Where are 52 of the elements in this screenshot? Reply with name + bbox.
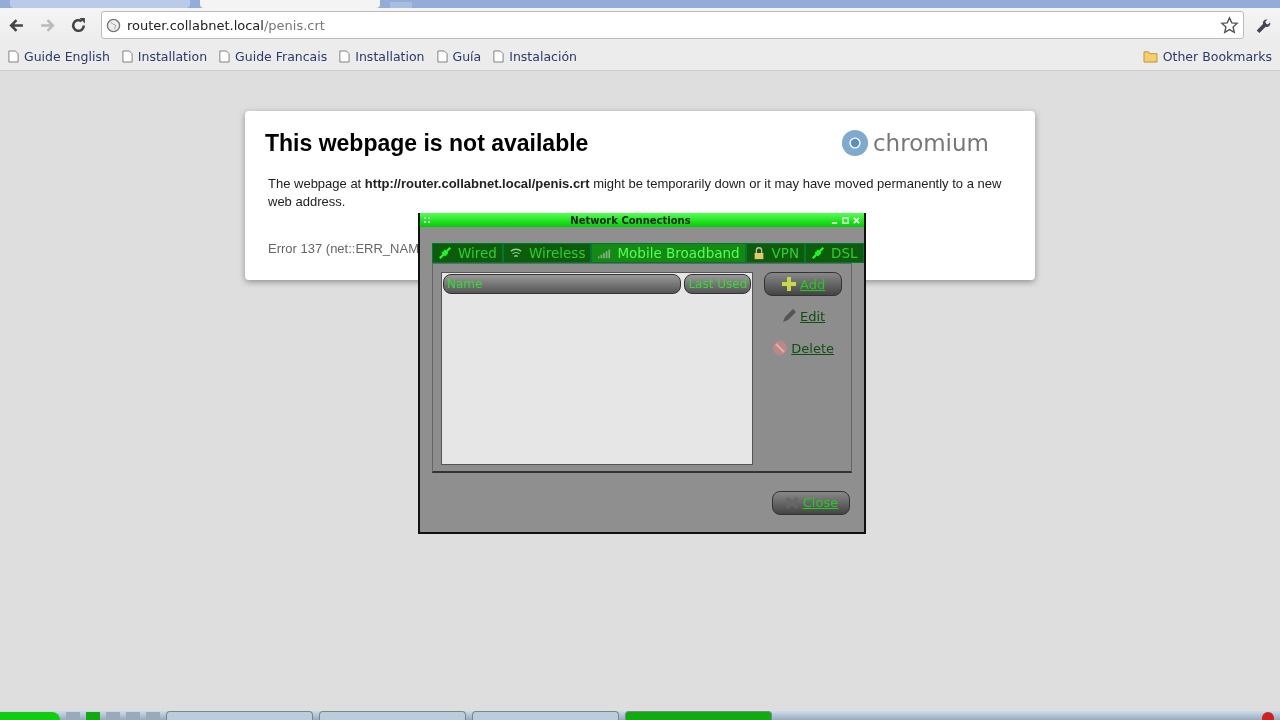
error-message: The webpage at http://router.collabnet.local/penis.crt might be temporarily down or it may have moved permanently to a new web address. — [268, 175, 1003, 211]
bookmark-link[interactable]: Installation — [121, 48, 208, 64]
bookmark-link[interactable]: Guide Francais — [219, 48, 328, 64]
taskbar-window-button[interactable] — [166, 711, 313, 720]
forward-icon[interactable] — [39, 16, 56, 34]
page-icon — [436, 49, 448, 63]
connection-tab[interactable]: DSL — [805, 243, 864, 263]
connection-tab[interactable]: Mobile Broadband — [591, 243, 746, 263]
plug-icon — [811, 246, 826, 260]
page-icon — [121, 49, 133, 63]
wrench-icon[interactable] — [1254, 16, 1272, 34]
wifi-icon — [508, 246, 523, 260]
connection-tab[interactable]: Wireless — [502, 243, 592, 263]
page-icon — [493, 49, 505, 63]
column-header[interactable]: Name — [443, 274, 682, 294]
taskbar-window-button[interactable] — [319, 711, 466, 720]
new-tab-button[interactable] — [390, 2, 412, 8]
column-header[interactable]: Last Used — [684, 274, 752, 294]
connection-list[interactable]: Name Last Used — [441, 272, 754, 465]
connection-tab[interactable]: Wired — [432, 243, 503, 263]
bookmark-link[interactable]: Instalación — [493, 48, 577, 64]
close-icon[interactable] — [853, 216, 860, 224]
bookmark-link[interactable]: Guía — [436, 48, 482, 64]
error-title: This webpage is not available — [265, 129, 589, 157]
chromium-wordmark: chromium — [872, 130, 989, 156]
plug-icon — [438, 246, 452, 260]
back-icon[interactable] — [8, 16, 25, 34]
maximize-icon[interactable] — [842, 216, 849, 224]
chromium-logo-icon — [840, 129, 869, 157]
page-icon — [339, 49, 351, 63]
pencil-icon — [781, 308, 798, 324]
window-menu-icon[interactable] — [424, 217, 430, 223]
window-title: Network Connections — [569, 214, 692, 226]
bookmark-link[interactable]: Installation — [339, 48, 425, 64]
browser-tab[interactable] — [10, 0, 190, 8]
no-entry-icon — [772, 340, 789, 356]
url-text: router.collabnet.local/penis.crt — [127, 17, 326, 33]
error-code: Error 137 (net::ERR_NAM — [268, 241, 419, 256]
bookmark-link[interactable]: Guide English — [8, 48, 110, 64]
connection-tab[interactable]: VPN — [745, 243, 806, 263]
taskbar-window-button[interactable] — [625, 711, 772, 720]
page-icon — [219, 49, 231, 63]
other-bookmarks-folder[interactable]: Other Bookmarks — [1142, 48, 1272, 64]
page-icon — [8, 49, 19, 63]
taskbar-window-button[interactable] — [472, 711, 619, 720]
address-bar[interactable]: router.collabnet.local/penis.crt — [101, 11, 1244, 39]
star-icon[interactable] — [1220, 15, 1239, 35]
plus-icon — [781, 276, 798, 292]
browser-tab[interactable] — [200, 0, 380, 8]
add-button[interactable]: Add — [764, 272, 843, 296]
close-button[interactable]: Close — [772, 490, 850, 515]
reload-icon[interactable] — [70, 16, 87, 34]
